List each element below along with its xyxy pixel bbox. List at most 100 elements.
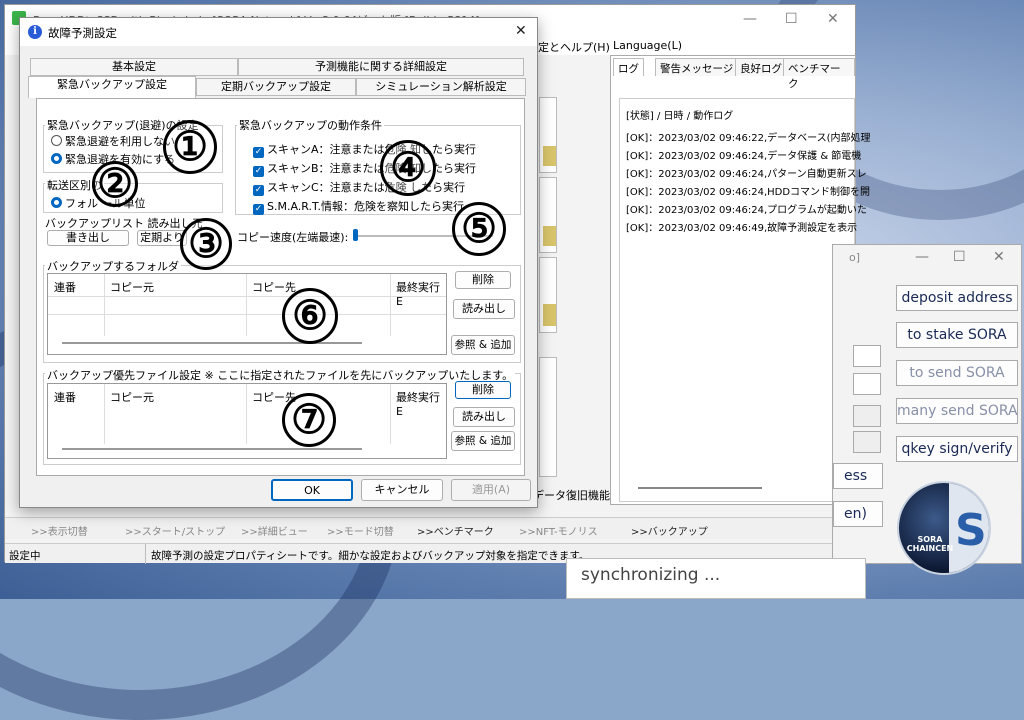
check-scan-b[interactable]: ✓ スキャンB：注意または危険 知したら実行 xyxy=(253,160,476,177)
log-line: [OK]：2023/03/02 09:46:24,パターン自動更新スレ xyxy=(626,169,867,180)
tab-prediction-detail[interactable]: 予測機能に関する詳細設定 xyxy=(238,58,524,76)
fault-prediction-dialog: i 故障予測設定 ✕ 基本設定 予測機能に関する詳細設定 緊急バックアップ設定 … xyxy=(19,17,538,508)
group-label: バックアップ優先ファイル設定 ※ ここに指定されたファイルを先にバックアップいた… xyxy=(45,367,516,383)
tab-emergency-backup[interactable]: 緊急バックアップ設定 xyxy=(28,76,196,98)
restore-label: データ復旧機能 xyxy=(533,489,610,502)
nav-bar: >>表示切替 >>スタート/ストップ >>詳細ビュー >>モード切替 >>ベンチ… xyxy=(5,517,855,539)
col-header: コピー元 xyxy=(110,281,154,294)
marker-2: ② xyxy=(92,161,138,207)
status-left: 設定中 xyxy=(9,550,41,562)
sora-chaincen-logo: S SORA CHAINCEN xyxy=(897,481,991,575)
radio-disable-evac[interactable]: 緊急退避を利用しない xyxy=(51,133,175,149)
tab-log[interactable]: ログ xyxy=(613,58,644,76)
nav-detail[interactable]: >>詳細ビュー xyxy=(241,523,308,538)
stake-sora-button[interactable]: to stake SORA xyxy=(896,322,1018,348)
menu-help[interactable]: 定とヘルプ(H) xyxy=(538,39,610,55)
nav-nft[interactable]: >>NFT-モノリス xyxy=(519,523,598,538)
cancel-button[interactable]: キャンセル xyxy=(361,479,443,501)
log-line: [OK]：2023/03/02 09:46:22,データベース(内部処理 xyxy=(626,133,871,144)
tab-page-emergency: 緊急バックアップ(退避)の設定 緊急退避を利用しない 緊急退避を有効にする 転送… xyxy=(36,98,525,476)
maximize-icon[interactable]: ☐ xyxy=(785,11,798,27)
input-field[interactable] xyxy=(853,405,881,427)
apply-button[interactable]: 適用(A) xyxy=(451,479,531,501)
marker-1: ① xyxy=(163,120,217,174)
marker-4: ④ xyxy=(380,140,436,196)
col-header: 最終実行E xyxy=(396,391,440,418)
nav-mode[interactable]: >>モード切替 xyxy=(327,523,394,538)
drive-tile xyxy=(539,97,557,173)
log-scrollbar[interactable] xyxy=(638,487,762,489)
tab-basic-settings[interactable]: 基本設定 xyxy=(30,58,238,76)
ok-button[interactable]: OK xyxy=(271,479,353,501)
browse-add-button[interactable]: 参照 & 追加 xyxy=(451,335,515,355)
many-send-sora-button[interactable]: many send SORA xyxy=(896,398,1018,424)
input-field[interactable] xyxy=(853,431,881,453)
sora-window: o] — ☐ ✕ deposit address to stake SORA t… xyxy=(832,244,1022,575)
send-sora-button[interactable]: to send SORA xyxy=(896,360,1018,386)
minimize-icon[interactable]: — xyxy=(743,11,757,27)
sync-window: synchronizing ... xyxy=(566,558,866,599)
log-list: [状態] / 日時 / 動作ログ [OK]：2023/03/02 09:46:2… xyxy=(619,98,871,502)
drive-tile xyxy=(539,357,557,477)
h-scrollbar[interactable] xyxy=(62,448,362,450)
tab-good-log[interactable]: 良好ログ xyxy=(735,58,787,76)
tab-benchmark[interactable]: ベンチマーク xyxy=(783,58,855,90)
col-header: コピー先 xyxy=(252,281,296,294)
browse-add-button-priority[interactable]: 参照 & 追加 xyxy=(451,431,515,451)
info-icon: i xyxy=(28,25,42,39)
drive-tile xyxy=(539,257,557,333)
input-field[interactable] xyxy=(853,373,881,395)
tab-warning[interactable]: 警告メッセージ xyxy=(655,58,739,76)
marker-5: ⑤ xyxy=(452,202,506,256)
deposit-address-button[interactable]: deposit address xyxy=(896,285,1018,311)
status-message: 故障予測の設定プロパティシートです。細かな設定およびバックアップ対象を指定できま… xyxy=(151,550,590,562)
qkey-sign-verify-button[interactable]: qkey sign/verify xyxy=(896,436,1018,462)
col-header: コピー元 xyxy=(110,391,154,404)
dialog-title-bar: i 故障予測設定 ✕ xyxy=(20,18,537,46)
menu-language[interactable]: Language(L) xyxy=(613,39,682,52)
log-panel: ログ 警告メッセージ 良好ログ ベンチマーク [状態] / 日時 / 動作ログ … xyxy=(610,55,871,505)
close-icon[interactable]: ✕ xyxy=(515,23,527,39)
sora-title: o] xyxy=(849,251,861,264)
check-smart[interactable]: ✓ S.M.A.R.T.情報：危険を察知したら実行 xyxy=(253,198,464,215)
speed-slider[interactable] xyxy=(353,229,358,241)
group-label: バックアップリスト 読み出し元 xyxy=(45,217,203,230)
delete-button[interactable]: 削除 xyxy=(455,271,511,289)
log-header: [状態] / 日時 / 動作ログ xyxy=(626,111,734,122)
col-header: 最終実行E xyxy=(396,281,440,308)
col-header: 連番 xyxy=(54,281,76,294)
drive-tile xyxy=(539,177,557,253)
minimize-icon[interactable]: — xyxy=(915,249,929,265)
group-label: 緊急バックアップの動作条件 xyxy=(237,117,384,133)
close-icon[interactable]: ✕ xyxy=(827,11,839,27)
delete-button-priority[interactable]: 削除 xyxy=(455,381,511,399)
load-button[interactable]: 読み出し xyxy=(453,299,515,319)
sync-status: synchronizing ... xyxy=(581,565,721,585)
log-line: [OK]：2023/03/02 09:46:49,故障予測設定を表示 xyxy=(626,223,858,234)
col-header: 連番 xyxy=(54,391,76,404)
tab-periodic-backup[interactable]: 定期バックアップ設定 xyxy=(196,78,356,96)
tab-simulation[interactable]: シミュレーション解析設定 xyxy=(356,78,526,96)
nav-backup[interactable]: >>バックアップ xyxy=(631,523,708,538)
speed-label: コピー速度(左端最速): xyxy=(237,231,349,244)
export-button[interactable]: 書き出し xyxy=(47,230,129,246)
close-icon[interactable]: ✕ xyxy=(993,249,1005,265)
folder-table[interactable]: 連番 コピー元 コピー先 最終実行E xyxy=(47,273,447,355)
priority-table[interactable]: 連番 コピー元 コピー先 最終実行E xyxy=(47,383,447,459)
load-button-priority[interactable]: 読み出し xyxy=(453,407,515,427)
log-line: [OK]：2023/03/02 09:46:24,データ保護 & 節電機 xyxy=(626,151,862,162)
dialog-title: 故障予測設定 xyxy=(48,26,117,40)
partial-button[interactable]: ess xyxy=(833,463,883,489)
logo-text: SORA CHAINCEN xyxy=(906,535,954,553)
partial-button[interactable]: en) xyxy=(833,501,883,527)
group-label: バックアップするフォルダ xyxy=(45,258,181,274)
log-line: [OK]：2023/03/02 09:46:24,プログラムが起動いた xyxy=(626,205,867,216)
input-field[interactable] xyxy=(853,345,881,367)
maximize-icon[interactable]: ☐ xyxy=(953,249,966,265)
nav-start-stop[interactable]: >>スタート/ストップ xyxy=(125,523,225,538)
check-scan-c[interactable]: ✓ スキャンC：注意または危険 したら実行 xyxy=(253,179,465,196)
nav-benchmark[interactable]: >>ベンチマーク xyxy=(417,523,494,538)
check-scan-a[interactable]: ✓ スキャンA：注意または危険 知したら実行 xyxy=(253,141,476,158)
nav-display[interactable]: >>表示切替 xyxy=(31,523,88,538)
marker-6: ⑥ xyxy=(282,288,338,344)
